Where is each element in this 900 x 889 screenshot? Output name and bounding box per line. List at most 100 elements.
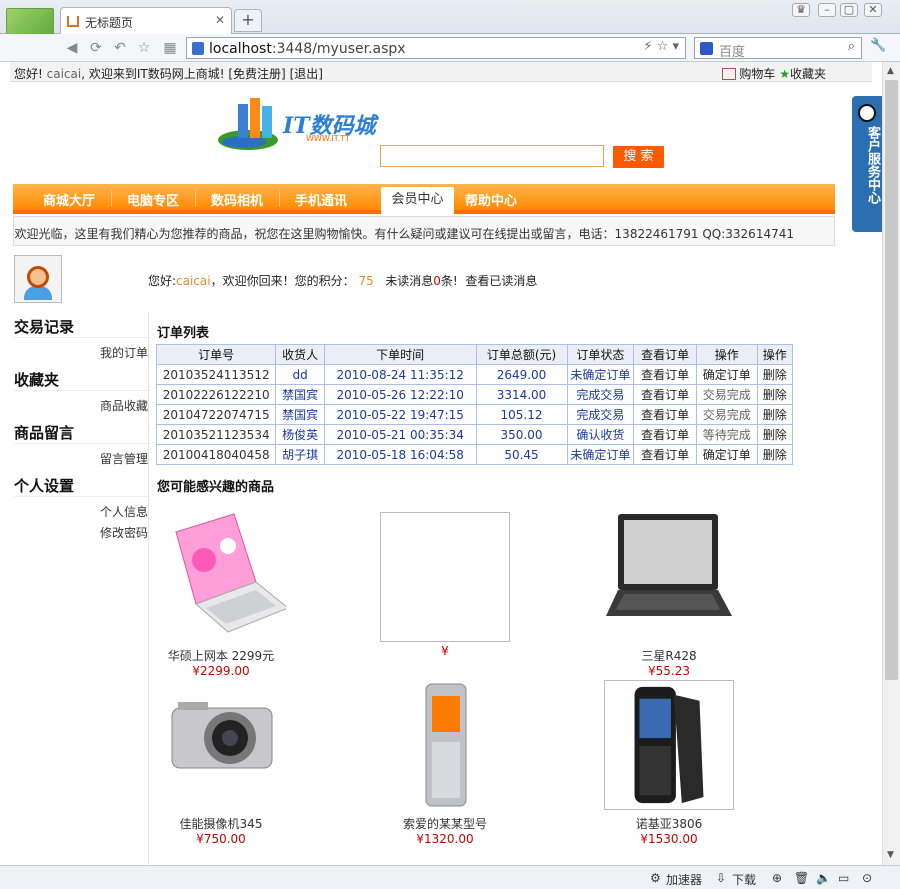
skin-icon[interactable]: ♛ <box>792 3 810 17</box>
order-receiver: dd <box>275 364 325 385</box>
delete-order-link[interactable]: 删除 <box>756 444 794 465</box>
maximize-icon[interactable]: ▢ <box>840 3 858 17</box>
order-action-text: 交易完成 <box>695 404 758 425</box>
page-scrollbar[interactable]: ▲ ▼ <box>882 62 900 865</box>
logout-link[interactable]: [退出] <box>290 67 323 81</box>
trash-icon[interactable]: 🗑 <box>794 871 809 885</box>
order-status: 完成交易 <box>566 404 635 425</box>
phone-sonyericsson-image[interactable] <box>380 680 510 810</box>
order-action-text: 交易完成 <box>695 384 758 405</box>
product-price: ¥55.23 <box>648 664 690 678</box>
back-icon[interactable]: ◀ <box>62 38 82 58</box>
minimize-icon[interactable]: – <box>818 3 836 17</box>
address-actions-icon[interactable]: ⚡ ☆ ▾ <box>643 39 679 54</box>
order-id: 20102226122210 <box>155 384 277 405</box>
favorites-link[interactable]: 收藏夹 <box>790 67 826 81</box>
product-name[interactable]: 诺基亚3806 <box>594 815 744 832</box>
product-card[interactable]: 索爱的某某型号 ¥1320.00 <box>370 680 520 846</box>
view-order-link[interactable]: 查看订单 <box>633 444 697 465</box>
customer-service-label: 客户服务中心 <box>865 126 880 204</box>
product-name[interactable]: 佳能摄像机345 <box>146 815 296 832</box>
nav-separator <box>195 191 196 207</box>
product-image-empty[interactable] <box>380 512 510 642</box>
add-icon[interactable]: ⊕ <box>772 871 782 885</box>
product-card[interactable]: 诺基亚3806 ¥1530.00 <box>594 680 744 846</box>
close-window-icon[interactable]: ✕ <box>864 3 882 17</box>
nav-cameras[interactable]: 数码相机 <box>211 190 263 209</box>
product-name[interactable]: 三星R428 <box>594 647 744 664</box>
sidebar-item-my-orders[interactable]: 我的订单 <box>14 338 148 365</box>
nav-computers[interactable]: 电脑专区 <box>127 190 179 209</box>
browser-tab[interactable]: 无标题页 ✕ <box>60 7 232 34</box>
sound-icon[interactable]: 🔈 <box>816 871 831 885</box>
accelerator-label[interactable]: 加速器 <box>666 871 702 888</box>
nav-member-center[interactable]: 会员中心 <box>381 187 454 214</box>
customer-service-float[interactable]: 客户服务中心 <box>852 96 882 232</box>
favorite-star-icon[interactable]: ☆ <box>134 38 154 58</box>
user-name: caicai <box>176 274 211 288</box>
product-card[interactable]: 三星R428 ¥55.23 <box>594 512 744 678</box>
read-messages-link[interactable]: 查看已读消息 <box>465 274 537 288</box>
security-shield-icon <box>192 42 204 55</box>
new-tab-button[interactable]: + <box>234 9 262 32</box>
product-price: ¥750.00 <box>196 832 246 846</box>
browser-search-box[interactable]: 百度 ⌕ <box>694 37 862 60</box>
col-order-total: 订单总额(元) <box>475 344 568 365</box>
product-card[interactable]: 佳能摄像机345 ¥750.00 <box>146 680 296 846</box>
download-label[interactable]: 下载 <box>732 871 756 888</box>
screen-icon[interactable]: ▭ <box>838 871 849 885</box>
view-order-link[interactable]: 查看订单 <box>633 404 697 425</box>
sidebar-item-message-manage[interactable]: 留言管理 <box>14 444 148 471</box>
delete-order-link[interactable]: 删除 <box>756 404 794 425</box>
nav-mall-hall[interactable]: 商城大厅 <box>43 190 95 209</box>
sidebar-item-change-password[interactable]: 修改密码 <box>14 524 148 551</box>
site-search-input[interactable] <box>380 145 604 167</box>
user-welcome-back: ，欢迎你回来！您的积分： <box>210 274 355 288</box>
avatar-head-icon <box>27 266 49 288</box>
product-card[interactable]: 华硕上网本 2299元 ¥2299.00 <box>146 512 296 678</box>
laptop-samsung-image[interactable] <box>604 512 734 642</box>
close-tab-icon[interactable]: ✕ <box>215 13 225 27</box>
search-icon[interactable]: ⌕ <box>848 39 855 54</box>
view-order-link[interactable]: 查看订单 <box>633 424 697 445</box>
col-order-time: 下单时间 <box>323 344 477 365</box>
product-card[interactable]: ¥ <box>370 512 520 658</box>
register-link[interactable]: [免费注册] <box>228 67 285 81</box>
nav-help[interactable]: 帮助中心 <box>465 190 517 209</box>
wrench-icon[interactable]: 🔧 <box>870 38 886 53</box>
confirm-order-link[interactable]: 确定订单 <box>695 444 758 465</box>
nav-phones[interactable]: 手机通讯 <box>295 190 347 209</box>
phone-nokia-image[interactable] <box>604 680 734 810</box>
scroll-up-icon[interactable]: ▲ <box>887 66 894 76</box>
user-hello: 您好: <box>148 274 177 288</box>
apps-icon[interactable]: ▦ <box>160 38 180 58</box>
order-status: 确认收货 <box>566 424 635 445</box>
refresh-icon[interactable]: ⟳ <box>86 38 106 58</box>
scroll-down-icon[interactable]: ▼ <box>887 850 894 860</box>
welcome-bar: 欢迎光临，这里有我们精心为您推荐的商品，祝您在这里购物愉快。有什么疑问或建议可在… <box>13 216 835 246</box>
product-name[interactable]: 索爱的某某型号 <box>370 815 520 832</box>
order-total: 3314.00 <box>475 384 568 405</box>
camera-canon-image[interactable] <box>156 680 286 810</box>
download-icon[interactable]: ⇩ <box>716 871 726 885</box>
site-logo-icon[interactable] <box>218 98 280 150</box>
cart-link[interactable]: 购物车 <box>739 67 775 81</box>
member-sidebar: 交易记录 我的订单 收藏夹 商品收藏 商品留言 留言管理 个人设置 个人信息 修… <box>14 312 148 551</box>
sidebar-item-product-favorites[interactable]: 商品收藏 <box>14 391 148 418</box>
order-id: 20100418040458 <box>155 444 277 465</box>
product-name[interactable]: 华硕上网本 2299元 <box>146 647 296 664</box>
scroll-thumb[interactable] <box>885 80 898 680</box>
accelerator-icon[interactable]: ⚙ <box>650 871 661 885</box>
undo-icon[interactable]: ↶ <box>110 38 130 58</box>
confirm-order-link[interactable]: 确定订单 <box>695 364 758 385</box>
laptop-pink-image[interactable] <box>156 512 289 642</box>
delete-order-link[interactable]: 删除 <box>756 424 794 445</box>
address-bar[interactable]: localhost:3448/myuser.aspx ⚡ ☆ ▾ <box>186 37 686 59</box>
view-order-link[interactable]: 查看订单 <box>633 384 697 405</box>
sidebar-item-personal-info[interactable]: 个人信息 <box>14 497 148 524</box>
delete-order-link[interactable]: 删除 <box>756 364 794 385</box>
zoom-icon[interactable]: ⊙ <box>862 871 872 885</box>
delete-order-link[interactable]: 删除 <box>756 384 794 405</box>
site-search-button[interactable]: 搜 索 <box>613 146 664 168</box>
view-order-link[interactable]: 查看订单 <box>633 364 697 385</box>
